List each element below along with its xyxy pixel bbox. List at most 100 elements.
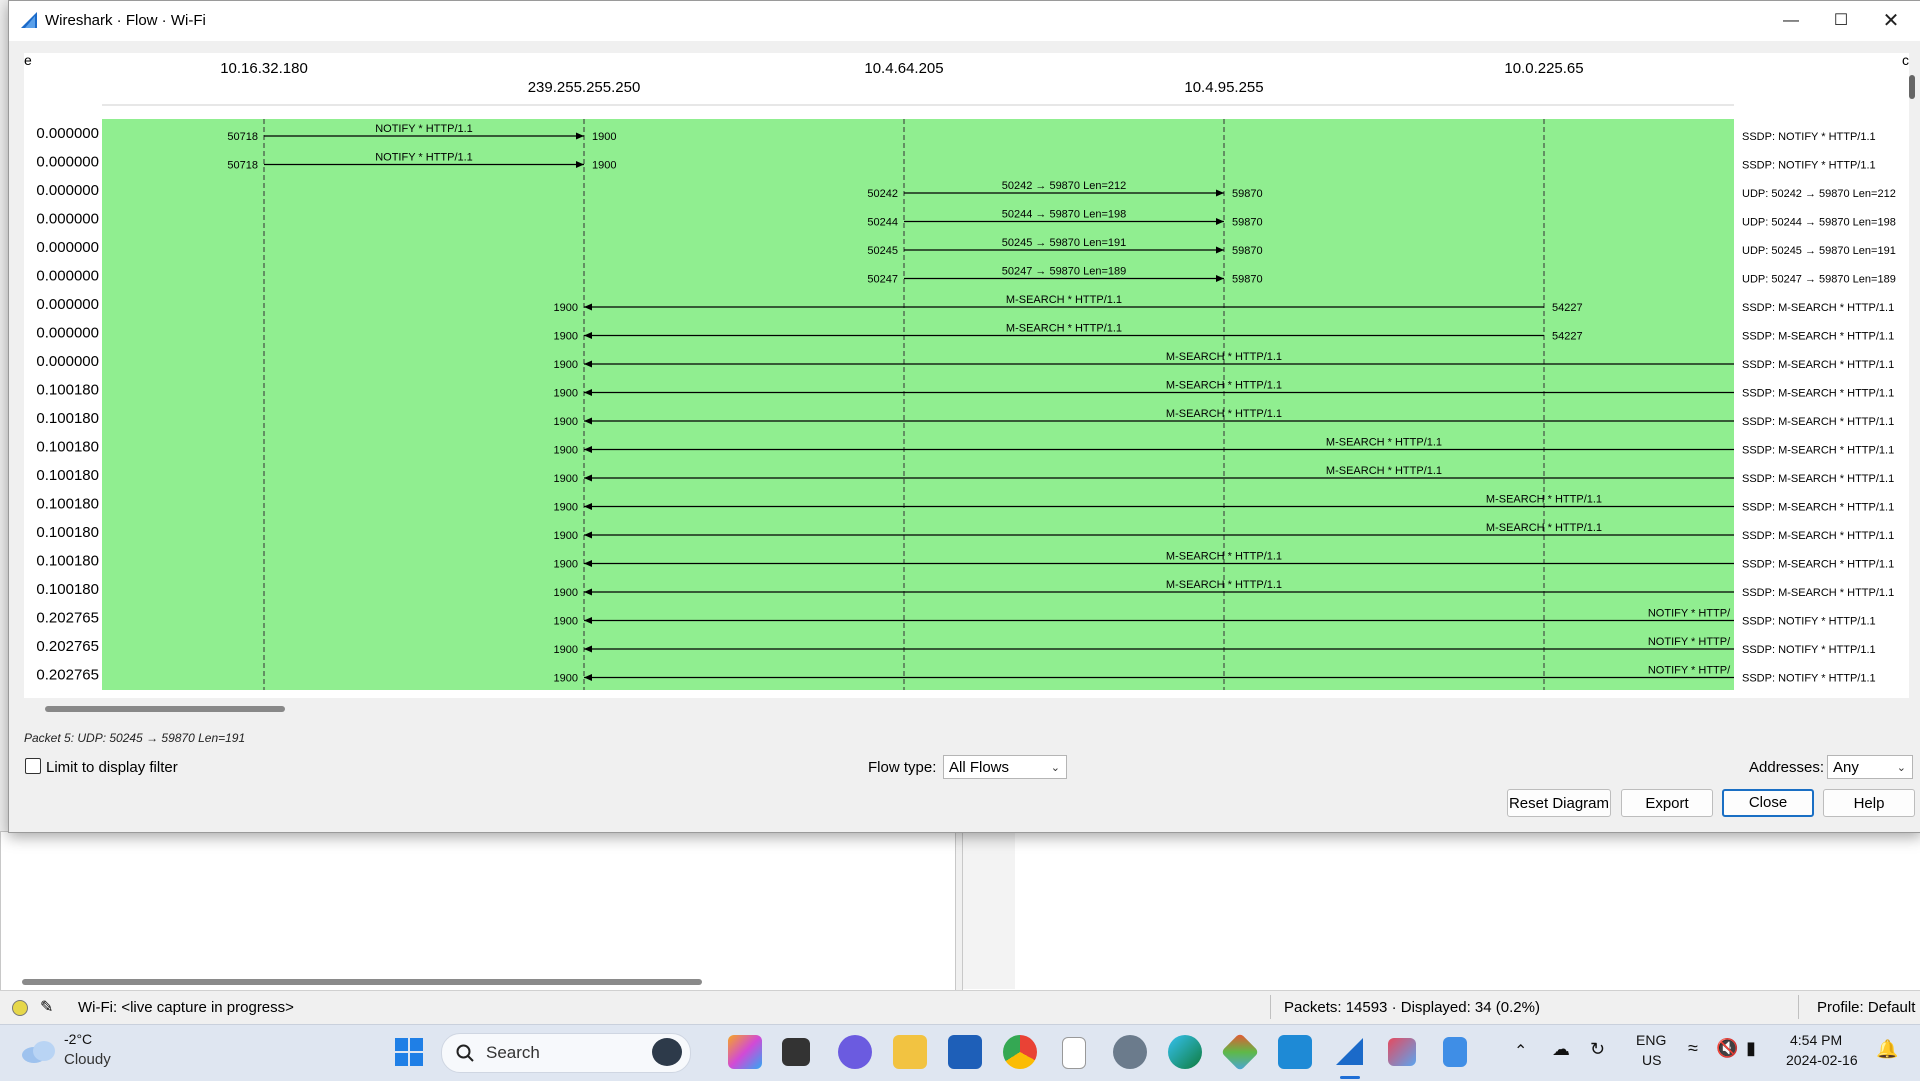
diagram-vscrollbar[interactable] — [1909, 75, 1915, 99]
flow-time: 0.100180 — [36, 496, 99, 513]
sync-icon[interactable]: ↻ — [1590, 1039, 1605, 1060]
flow-type-select[interactable]: All Flows ⌄ — [943, 755, 1067, 779]
flow-comment: SSDP: NOTIFY * HTTP/1.1 — [1742, 673, 1876, 685]
flow-time: 0.100180 — [36, 553, 99, 570]
dst-port: 1900 — [554, 530, 578, 542]
host-label: 239.255.255.250 — [528, 79, 641, 96]
taskbar: -2°C Cloudy Search ⌃ ☁ ↻ ENG US ≈ 🔇 ▮ 4:… — [0, 1024, 1920, 1081]
chevron-down-icon: ⌄ — [1050, 762, 1060, 774]
flow-comment: SSDP: NOTIFY * HTTP/1.1 — [1742, 131, 1876, 143]
onedrive-icon[interactable]: ☁ — [1552, 1039, 1570, 1060]
close-window-button[interactable]: ✕ — [1869, 7, 1913, 35]
diagram-hscrollbar[interactable] — [45, 706, 285, 712]
flow-label: M-SEARCH * HTTP/1.1 — [1166, 579, 1282, 591]
dst-port: 1900 — [554, 473, 578, 485]
search-placeholder: Search — [486, 1043, 540, 1062]
copilot-icon[interactable] — [728, 1035, 762, 1069]
flow-comment: SSDP: M-SEARCH * HTTP/1.1 — [1742, 416, 1894, 428]
dst-port: 1900 — [554, 673, 578, 685]
addresses-select[interactable]: Any ⌄ — [1827, 755, 1913, 779]
flow-graph[interactable]: e c 10.16.32.180 239.255.255.250 10.4.64.205… — [24, 53, 1909, 698]
flow-background — [102, 119, 1734, 690]
flow-time: 0.100180 — [36, 524, 99, 541]
battery-icon[interactable]: ▮ — [1746, 1038, 1756, 1059]
vscode-icon[interactable] — [1278, 1035, 1312, 1069]
flow-comment: SSDP: M-SEARCH * HTTP/1.1 — [1742, 302, 1894, 314]
volume-icon[interactable]: 🔇 — [1716, 1038, 1738, 1059]
dst-port: 1900 — [554, 445, 578, 457]
src-port: 54227 — [1552, 331, 1583, 343]
selected-packet-info: Packet 5: UDP: 50245 → 59870 Len=191 — [24, 731, 246, 745]
packets-status: Packets: 14593 · Displayed: 34 (0.2%) — [1284, 999, 1540, 1016]
dst-port: 59870 — [1232, 188, 1263, 200]
flow-label: 50244 → 59870 Len=198 — [1002, 209, 1126, 221]
dst-port: 1900 — [554, 416, 578, 428]
clock-time[interactable]: 4:54 PM — [1790, 1032, 1842, 1048]
capture-status-icon[interactable] — [12, 1000, 28, 1016]
flow-comment: SSDP: M-SEARCH * HTTP/1.1 — [1742, 445, 1894, 457]
flow-time: 0.000000 — [36, 182, 99, 199]
snipping-tool-icon[interactable] — [1388, 1038, 1416, 1066]
dst-port: 59870 — [1232, 217, 1263, 229]
flow-label: NOTIFY * HTTP/1.1 — [375, 152, 473, 164]
flow-diagram[interactable]: e c 10.16.32.180 239.255.255.250 10.4.64.205… — [24, 53, 1909, 698]
clock-date[interactable]: 2024-02-16 — [1786, 1052, 1858, 1068]
help-button[interactable]: Help — [1823, 789, 1915, 817]
dst-port: 1900 — [554, 587, 578, 599]
dst-port: 1900 — [554, 559, 578, 571]
edge-icon[interactable] — [1168, 1035, 1202, 1069]
limit-filter-label[interactable]: Limit to display filter — [46, 759, 178, 776]
wireshark-taskbar-icon[interactable] — [1333, 1035, 1367, 1069]
edit-comment-icon[interactable]: ✎ — [40, 997, 53, 1017]
packet-list-hscrollbar[interactable] — [22, 979, 702, 985]
windows-start-icon[interactable] — [394, 1037, 424, 1067]
search-icon — [456, 1044, 474, 1062]
title-bar: Wireshark · Flow · Wi-Fi — ☐ ✕ — [9, 1, 1920, 41]
dst-port: 1900 — [554, 302, 578, 314]
flow-time: 0.000000 — [36, 268, 99, 285]
flow-label: M-SEARCH * HTTP/1.1 — [1166, 551, 1282, 563]
chrome-icon[interactable] — [1003, 1035, 1037, 1069]
profile-status[interactable]: Profile: Default — [1817, 999, 1915, 1016]
dst-port: 1900 — [554, 331, 578, 343]
interface-status: Wi-Fi: <live capture in progress> — [78, 999, 294, 1016]
store-icon[interactable] — [948, 1035, 982, 1069]
wifi-icon[interactable]: ≈ — [1688, 1038, 1698, 1059]
cloud-icon — [22, 1041, 55, 1063]
language-indicator[interactable]: ENG — [1636, 1032, 1666, 1048]
flow-comment: SSDP: M-SEARCH * HTTP/1.1 — [1742, 359, 1894, 371]
file-explorer-icon[interactable] — [893, 1035, 927, 1069]
flow-comment: SSDP: NOTIFY * HTTP/1.1 — [1742, 644, 1876, 656]
teams-icon[interactable] — [838, 1035, 872, 1069]
task-view-icon[interactable] — [782, 1038, 810, 1066]
weather-temp[interactable]: -2°C — [64, 1031, 92, 1047]
notification-bell-icon[interactable]: 🔔 — [1876, 1039, 1898, 1060]
maximize-button[interactable]: ☐ — [1819, 7, 1863, 35]
flow-comment: UDP: 50247 → 59870 Len=189 — [1742, 274, 1896, 286]
limit-filter-checkbox[interactable] — [25, 758, 41, 774]
flow-time: 0.100180 — [36, 439, 99, 456]
close-button[interactable]: Close — [1722, 789, 1814, 817]
reset-diagram-button[interactable]: Reset Diagram — [1507, 789, 1611, 817]
settings-gear-icon[interactable] — [1113, 1035, 1147, 1069]
addresses-value: Any — [1833, 759, 1859, 776]
notepad-file-icon[interactable] — [1062, 1037, 1086, 1069]
git-icon[interactable] — [1220, 1032, 1260, 1072]
src-port: 50718 — [227, 160, 258, 172]
host-label: 10.4.95.255 — [1184, 79, 1263, 96]
divider — [1798, 995, 1799, 1019]
src-port: 54227 — [1552, 302, 1583, 314]
flow-label: NOTIFY * HTTP/ — [1648, 665, 1731, 677]
dst-port: 1900 — [554, 359, 578, 371]
flow-time: 0.000000 — [36, 239, 99, 256]
export-button[interactable]: Export — [1621, 789, 1713, 817]
minimize-button[interactable]: — — [1769, 7, 1813, 35]
region-indicator[interactable]: US — [1642, 1052, 1661, 1068]
chevron-up-icon[interactable]: ⌃ — [1514, 1041, 1527, 1061]
weather-desc[interactable]: Cloudy — [64, 1051, 111, 1068]
notepad-icon[interactable] — [1443, 1037, 1467, 1067]
taskbar-search-box[interactable]: Search — [441, 1033, 691, 1073]
dst-port: 1900 — [592, 160, 616, 172]
flow-type-label: Flow type: — [868, 759, 937, 776]
flow-label: M-SEARCH * HTTP/1.1 — [1166, 408, 1282, 420]
